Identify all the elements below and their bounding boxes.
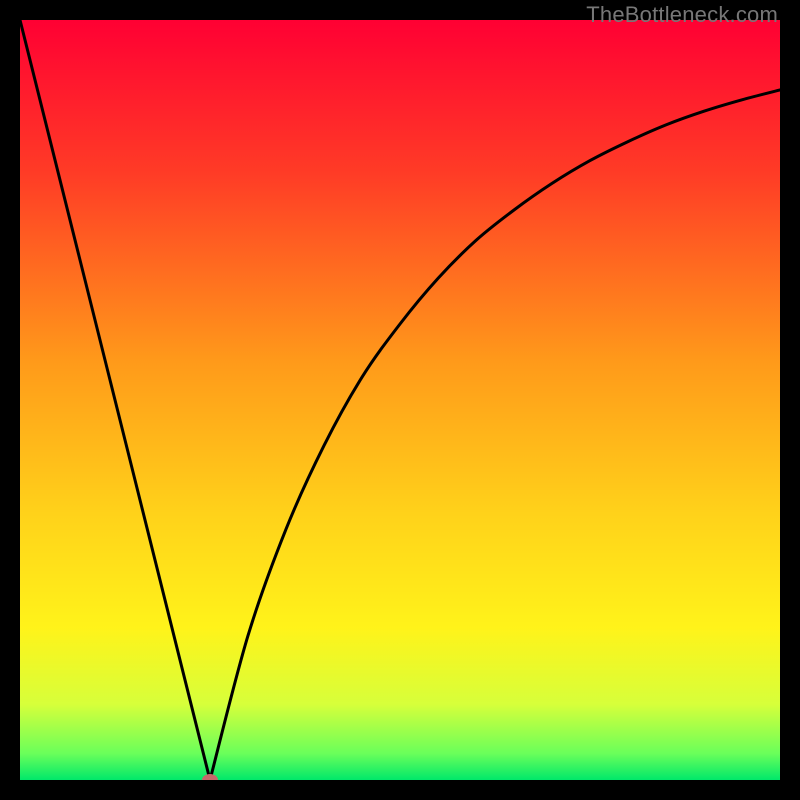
chart-svg bbox=[20, 20, 780, 780]
chart-frame bbox=[20, 20, 780, 780]
plot-area bbox=[20, 20, 780, 780]
watermark-text: TheBottleneck.com bbox=[586, 2, 778, 28]
gradient-background bbox=[20, 20, 780, 780]
